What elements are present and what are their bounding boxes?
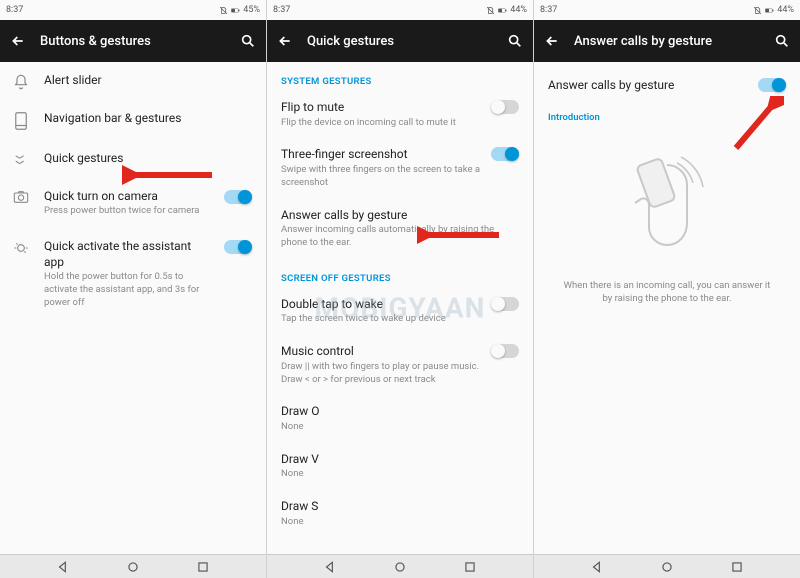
battery-icon bbox=[765, 6, 774, 15]
page-title: Buttons & gestures bbox=[40, 34, 226, 49]
gesture-icon bbox=[13, 152, 29, 168]
settings-label: Draw O bbox=[281, 404, 519, 420]
nav-home-icon[interactable] bbox=[126, 560, 140, 574]
status-battery: 45% bbox=[243, 5, 260, 15]
app-header: Quick gestures bbox=[267, 20, 533, 62]
search-icon[interactable] bbox=[240, 33, 256, 49]
settings-row-answer-calls[interactable]: Answer calls by gesture Answer incoming … bbox=[267, 199, 533, 259]
toggle-switch[interactable] bbox=[491, 344, 519, 358]
settings-row-double-tap[interactable]: Double tap to wake Tap the screen twice … bbox=[267, 288, 533, 335]
section-header-system: SYSTEM GESTURES bbox=[267, 62, 533, 91]
toggle-switch[interactable] bbox=[224, 190, 252, 204]
settings-row-draw-o[interactable]: Draw O None bbox=[267, 395, 533, 442]
settings-label: Double tap to wake bbox=[281, 297, 481, 313]
description-text: When there is an incoming call, you can … bbox=[534, 275, 800, 310]
nav-back-icon[interactable] bbox=[323, 560, 337, 574]
settings-label: Flip to mute bbox=[281, 100, 481, 116]
screen-answer-calls-by-gesture: 8:37 44% Answer calls by gesture Answer … bbox=[534, 0, 800, 554]
settings-sub: Flip the device on incoming call to mute… bbox=[281, 117, 481, 130]
settings-row-answer-calls-toggle[interactable]: Answer calls by gesture bbox=[534, 62, 800, 102]
battery-icon bbox=[498, 6, 507, 15]
settings-row-draw-v[interactable]: Draw V None bbox=[267, 443, 533, 490]
settings-label: Draw V bbox=[281, 452, 519, 468]
nav-back-icon[interactable] bbox=[56, 560, 70, 574]
status-bar: 8:37 44% bbox=[534, 0, 800, 20]
nav-home-icon[interactable] bbox=[393, 560, 407, 574]
settings-label: Draw S bbox=[281, 499, 519, 515]
page-title: Quick gestures bbox=[307, 34, 493, 49]
status-battery: 44% bbox=[777, 5, 794, 15]
status-bar: 8:37 45% bbox=[0, 0, 266, 20]
settings-sub: Hold the power button for 0.5s to activa… bbox=[44, 271, 210, 309]
battery-icon bbox=[231, 6, 240, 15]
android-nav-bar bbox=[0, 554, 800, 578]
screen-buttons-gestures: 8:37 45% Buttons & gestures Alert slider… bbox=[0, 0, 267, 554]
illustration-raise-to-ear bbox=[534, 129, 800, 275]
page-title: Answer calls by gesture bbox=[574, 34, 760, 49]
camera-icon bbox=[13, 190, 29, 204]
settings-row-navbar[interactable]: Navigation bar & gestures bbox=[0, 100, 266, 140]
toggle-switch[interactable] bbox=[224, 240, 252, 254]
nav-home-icon[interactable] bbox=[660, 560, 674, 574]
screen-quick-gestures: 8:37 44% Quick gestures SYSTEM GESTURES … bbox=[267, 0, 534, 554]
bell-icon bbox=[13, 74, 29, 90]
settings-sub: None bbox=[281, 421, 519, 434]
settings-sub: None bbox=[281, 516, 519, 529]
toggle-switch[interactable] bbox=[491, 100, 519, 114]
search-icon[interactable] bbox=[507, 33, 523, 49]
settings-sub: None bbox=[281, 468, 519, 481]
back-icon[interactable] bbox=[277, 33, 293, 49]
nav-recent-icon[interactable] bbox=[463, 560, 477, 574]
toggle-switch[interactable] bbox=[491, 297, 519, 311]
settings-sub: Answer incoming calls automatically by r… bbox=[281, 224, 519, 250]
search-icon[interactable] bbox=[774, 33, 790, 49]
settings-row-assistant[interactable]: Quick activate the assistant app Hold th… bbox=[0, 228, 266, 320]
nav-recent-icon[interactable] bbox=[730, 560, 744, 574]
status-bar: 8:37 44% bbox=[267, 0, 533, 20]
nav-recent-icon[interactable] bbox=[196, 560, 210, 574]
settings-row-music-control[interactable]: Music control Draw || with two fingers t… bbox=[267, 335, 533, 395]
no-sim-icon bbox=[486, 6, 495, 15]
status-time: 8:37 bbox=[540, 5, 557, 15]
app-header: Buttons & gestures bbox=[0, 20, 266, 62]
section-header-screenoff: SCREEN OFF GESTURES bbox=[267, 259, 533, 288]
settings-row-flip-mute[interactable]: Flip to mute Flip the device on incoming… bbox=[267, 91, 533, 138]
nav-back-icon[interactable] bbox=[590, 560, 604, 574]
settings-sub: Draw || with two fingers to play or paus… bbox=[281, 361, 481, 387]
settings-row-three-finger[interactable]: Three-finger screenshot Swipe with three… bbox=[267, 138, 533, 198]
settings-row-quick-gestures[interactable]: Quick gestures bbox=[0, 140, 266, 178]
status-time: 8:37 bbox=[273, 5, 290, 15]
phone-icon bbox=[14, 112, 28, 130]
settings-label: Navigation bar & gestures bbox=[44, 110, 252, 126]
toggle-switch[interactable] bbox=[758, 78, 786, 92]
settings-row-draw-s[interactable]: Draw S None bbox=[267, 490, 533, 537]
no-sim-icon bbox=[753, 6, 762, 15]
no-sim-icon bbox=[219, 6, 228, 15]
settings-label: Quick gestures bbox=[44, 150, 252, 166]
status-time: 8:37 bbox=[6, 5, 23, 15]
back-icon[interactable] bbox=[10, 33, 26, 49]
settings-label: Answer calls by gesture bbox=[548, 78, 758, 92]
assistant-icon bbox=[13, 240, 29, 256]
settings-sub: Tap the screen twice to wake up device bbox=[281, 313, 481, 326]
settings-label: Answer calls by gesture bbox=[281, 208, 519, 224]
app-header: Answer calls by gesture bbox=[534, 20, 800, 62]
toggle-switch[interactable] bbox=[491, 147, 519, 161]
settings-sub: Swipe with three fingers on the screen t… bbox=[281, 164, 481, 190]
settings-row-quick-camera[interactable]: Quick turn on camera Press power button … bbox=[0, 178, 266, 228]
section-header-intro: Introduction bbox=[534, 102, 800, 129]
settings-label: Alert slider bbox=[44, 72, 252, 88]
settings-label: Quick activate the assistant app bbox=[44, 238, 210, 270]
settings-label: Three-finger screenshot bbox=[281, 147, 481, 163]
settings-label: Music control bbox=[281, 344, 481, 360]
back-icon[interactable] bbox=[544, 33, 560, 49]
status-battery: 44% bbox=[510, 5, 527, 15]
settings-sub: Press power button twice for camera bbox=[44, 205, 210, 218]
settings-row-alert-slider[interactable]: Alert slider bbox=[0, 62, 266, 100]
settings-label: Quick turn on camera bbox=[44, 188, 210, 204]
